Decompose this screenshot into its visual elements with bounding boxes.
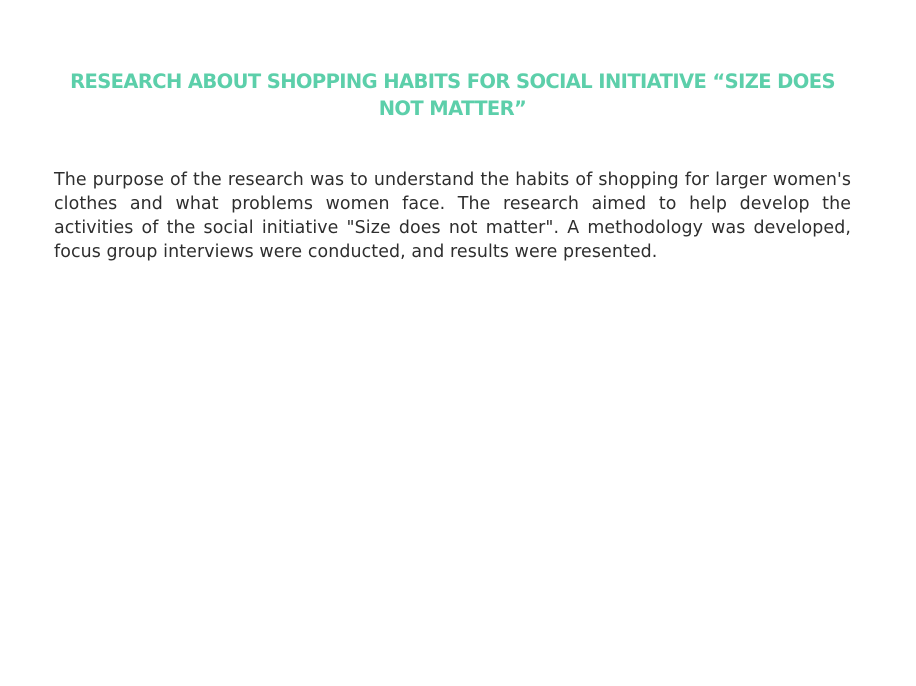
- page-title: RESEARCH ABOUT SHOPPING HABITS FOR SOCIA…: [70, 70, 835, 120]
- document-page: RESEARCH ABOUT SHOPPING HABITS FOR SOCIA…: [0, 0, 916, 686]
- intro-paragraph: The purpose of the research was to under…: [54, 170, 851, 262]
